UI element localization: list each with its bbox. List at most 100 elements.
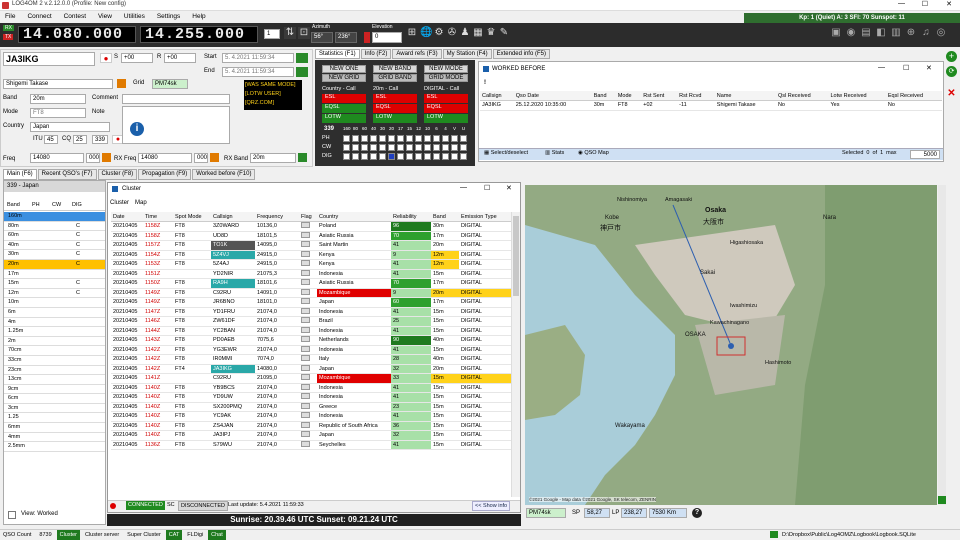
settings-icon[interactable]: ⚙ <box>433 27 445 39</box>
cluster-col-4[interactable]: Frequency <box>255 212 299 222</box>
cluster-col-0[interactable]: Date <box>111 212 143 222</box>
toolbar-tool-8[interactable]: ◎ <box>935 27 947 39</box>
elevation-input[interactable]: 0 <box>372 32 402 43</box>
map-zoom-icon[interactable] <box>938 496 946 504</box>
cluster-row[interactable]: 20210405 1142Z FT4 JA3IKG 14080,0 Japan 32 20m D… <box>111 364 511 374</box>
map-scrollbar[interactable] <box>938 185 946 505</box>
freq-input[interactable]: 14080 <box>30 153 84 163</box>
info-icon[interactable]: i <box>130 122 144 136</box>
wb-maximize-icon[interactable]: ☐ <box>903 64 909 72</box>
split-icon[interactable]: ⇅ <box>284 27 296 39</box>
band-row[interactable]: 60m C <box>4 231 105 241</box>
tab-propagation[interactable]: Propagation (F9) <box>138 169 192 180</box>
tab-cluster[interactable]: Cluster (F8) <box>97 169 138 180</box>
toolbar-tool-7[interactable]: ♫ <box>920 27 932 39</box>
cluster-row[interactable]: 20210405 1146Z FT8 ZW61DF 21074,0 Brazil 25 15m… <box>111 316 511 327</box>
cluster-rec-icon[interactable] <box>110 503 116 509</box>
cluster-col-6[interactable]: Country <box>317 212 391 222</box>
band-row[interactable]: 15m C <box>4 279 105 289</box>
show-info-button[interactable]: << Show info <box>472 501 511 511</box>
band-select[interactable]: 20m <box>30 94 86 104</box>
menu-help[interactable]: Help <box>187 11 210 23</box>
toolbar-tool-4[interactable]: ◧ <box>875 27 887 39</box>
cluster-col-7[interactable]: Reliability <box>391 212 431 222</box>
rst-rcvd-input[interactable]: +00 <box>164 53 196 63</box>
view-toggle-checkbox[interactable] <box>8 511 16 519</box>
end-datetime[interactable]: 5. 4.2021 11:59:34 <box>222 67 294 77</box>
cluster-row[interactable]: 20210405 1144Z FT8 YC2BAN 21074,0 Indonesia 41… <box>111 326 511 336</box>
toolbar-tool-6[interactable]: ⊕ <box>905 27 917 39</box>
tab-main[interactable]: Main (F6) <box>3 169 37 180</box>
cluster-row[interactable]: 20210405 1136Z FT8 S79WU 21074,0 Seychelles 41… <box>111 440 511 450</box>
cluster-row[interactable]: 20210405 1143Z FT8 PD0AEB 7075,6 Netherlands 9… <box>111 335 511 346</box>
new-one-button[interactable]: NEW ONE <box>322 65 366 73</box>
grid-icon[interactable]: ⊞ <box>406 27 418 39</box>
band-row[interactable]: 4mm <box>4 433 105 443</box>
wb-row[interactable]: JA3IKG 25.12.2020 10:35:00 30m FT8 +02 -11 Shi… <box>480 100 942 111</box>
rxfreq-khz-input[interactable]: 000 <box>194 153 208 163</box>
country-select[interactable]: Japan <box>30 122 110 132</box>
cq-input[interactable]: 25 <box>73 135 87 144</box>
wb-max-input[interactable]: 5000 <box>910 150 940 159</box>
freq-tune-icon[interactable] <box>102 153 111 162</box>
minimize-icon[interactable]: — <box>898 0 905 7</box>
band-row[interactable]: 23cm <box>4 366 105 376</box>
cluster-row[interactable]: 20210405 1157Z FT8 TO1K 14095,0 Saint Martin 4… <box>111 240 511 251</box>
cluster-col-2[interactable]: Spot Mode <box>173 212 211 222</box>
band-row[interactable]: 12m C <box>4 289 105 299</box>
globe-icon[interactable]: 🌐 <box>420 27 432 39</box>
band-row[interactable]: 6mm <box>4 423 105 433</box>
toolbar-tool-1[interactable]: ▣ <box>830 27 842 39</box>
freq-khz-input[interactable]: 000 <box>86 153 100 163</box>
add-qso-icon[interactable]: + <box>946 51 957 62</box>
cluster-row[interactable]: 20210405 1140Z FT8 ZS4JAN 21074,0 Republic of… <box>111 421 511 431</box>
band-row[interactable]: 1.25 <box>4 413 105 424</box>
toolbar-tool-5[interactable]: ▥ <box>890 27 902 39</box>
azimuth-short[interactable]: 56° <box>311 32 333 43</box>
wb-filter[interactable]: ! <box>484 80 486 86</box>
wb-col-2[interactable]: Band <box>591 91 616 101</box>
cluster-row[interactable]: 20210405 1147Z FT8 YD1FRU 21074,0 Indonesia 41… <box>111 307 511 317</box>
end-lock-icon[interactable] <box>296 67 308 77</box>
wb-col-7[interactable]: Qsl Received <box>775 91 829 101</box>
cluster-row[interactable]: 20210405 1153Z FT8 5Z4AJ 24915,0 Kenya 41 12m DI… <box>111 259 511 270</box>
wb-stats-button[interactable]: ▥ Stats <box>545 150 564 156</box>
location-map[interactable]: Kobe 神戸市 Osaka 大阪市 Sakai OSAKA Wakayama … <box>525 185 937 505</box>
band-row[interactable]: 17m <box>4 270 105 280</box>
rxband-lock-icon[interactable] <box>298 153 307 162</box>
cluster-row[interactable]: 20210405 1158Z FT8 UD8D 18101,5 Asiatic Russi… <box>111 231 511 241</box>
band-row[interactable]: 6m <box>4 308 105 318</box>
cluster-col-8[interactable]: Band <box>431 212 459 222</box>
cluster-row[interactable]: 20210405 1142Z FT8 YG3EWR 21074,0 Indonesia 41… <box>111 345 511 355</box>
edit-icon[interactable]: ✎ <box>498 27 510 39</box>
cluster-row[interactable]: 20210405 1154Z FT8 5Z4VJ 24915,0 Kenya 9 12m DIG… <box>111 250 511 260</box>
tab-worked-before[interactable]: Worked before (F10) <box>192 169 256 180</box>
band-row[interactable]: 20m C <box>4 259 105 270</box>
menu-settings[interactable]: Settings <box>152 11 186 23</box>
wb-minimize-icon[interactable]: — <box>878 64 885 71</box>
band-row[interactable]: 2m <box>4 337 105 347</box>
tab-info[interactable]: Info (F2) <box>360 49 392 59</box>
status-cluster[interactable]: Cluster <box>56 530 81 540</box>
status-fldigi[interactable]: FLDigi <box>184 530 206 540</box>
mode-select[interactable]: FT8 <box>30 108 86 118</box>
rxfreq-tune-icon[interactable] <box>210 153 219 162</box>
lock-icon[interactable]: ⊡ <box>298 27 310 39</box>
cluster-row[interactable]: 20210405 1158Z FT8 3Z0WARD 10136,0 Poland 96 30… <box>111 221 511 232</box>
wb-col-4[interactable]: Rst Sent <box>641 91 678 101</box>
satellite-icon[interactable]: ✇ <box>446 27 458 39</box>
comment-input[interactable] <box>122 94 230 104</box>
band-row[interactable]: 6cm <box>4 394 105 404</box>
rx-frequency-display[interactable]: 14.080.000 <box>18 26 136 43</box>
cluster-row[interactable]: 20210405 1140Z FT8 YC9AK 21074,0 Indonesia 41 1… <box>111 411 511 422</box>
wb-select-toggle[interactable]: ▦ Select/deselect <box>484 150 528 156</box>
cluster-row[interactable]: 20210405 1151Z YD2NIR 21075,3 Indonesia 41 15m… <box>111 269 511 279</box>
cluster-row[interactable]: 20210405 1142Z FT8 IR0MMI 7074,0 Italy 28 40m DI… <box>111 354 511 365</box>
cluster-col-9[interactable]: Emission Type <box>459 212 511 222</box>
badge-qrz[interactable]: [QRZ.COM] <box>245 99 301 108</box>
wb-col-3[interactable]: Mode <box>615 91 642 101</box>
cluster-row[interactable]: 20210405 1140Z FT8 JA3IPJ 21074,0 Japan 32 15m D… <box>111 430 511 441</box>
cluster-row[interactable]: 20210405 1140Z FT8 SX200PMQ 21074,0 Greece 23 1… <box>111 402 511 412</box>
band-row[interactable]: 40m C <box>4 241 105 251</box>
callsign-input[interactable]: JA3IKG <box>3 52 95 66</box>
